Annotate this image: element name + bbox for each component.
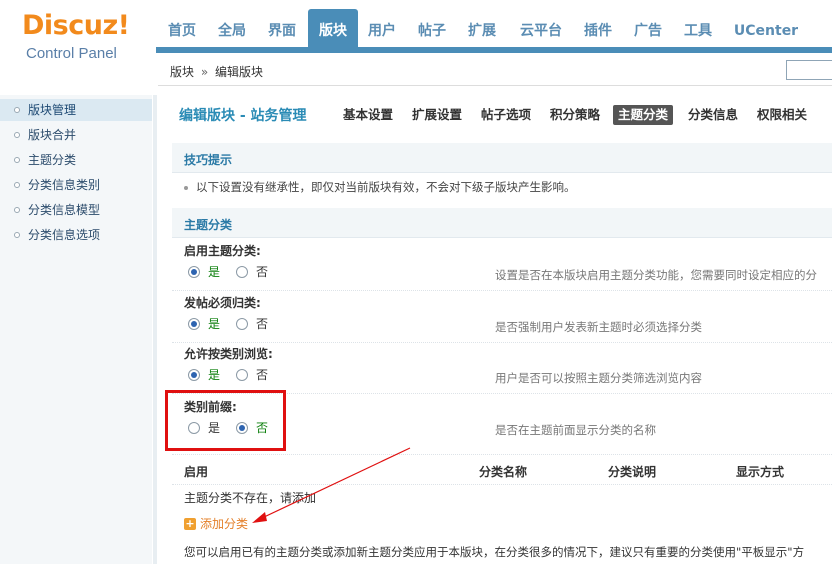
help-text: 您可以启用已有的主题分类或添加新主题分类应用于本版块，在分类很多的情况下，建议只…	[184, 545, 805, 559]
add-type-link[interactable]: + 添加分类	[184, 516, 248, 532]
tips-header: 技巧提示	[172, 143, 832, 173]
setting-description: 是否在主题前面显示分类的名称	[495, 423, 656, 437]
sidebar-divider	[153, 95, 157, 564]
sidebar-item-thread-types[interactable]: 主题分类	[0, 149, 152, 171]
tip-text-row: 以下设置没有继承性，即仅对当前版块有效，不会对下级子版块产生影响。	[184, 179, 576, 195]
tab-credits[interactable]: 积分策略	[550, 105, 600, 125]
main-nav: 首页 全局 界面 版块 用户 帖子 扩展 云平台 插件 广告 工具 UCente…	[159, 9, 832, 49]
highlight-annotation-box	[165, 390, 286, 451]
radio-circle-icon	[236, 266, 248, 278]
setting-enable-types: 启用主题分类: 是 否 设置是否在本版块启用主题分类功能，您需要同时设定相应的分	[172, 239, 832, 291]
nav-tab-cloud[interactable]: 云平台	[509, 9, 573, 47]
tip-text: 以下设置没有继承性，即仅对当前版块有效，不会对下级子版块产生影响。	[196, 180, 576, 194]
radio-circle-icon	[236, 369, 248, 381]
radio-label: 是	[208, 317, 221, 331]
plus-icon: +	[184, 517, 196, 530]
bullet-icon	[14, 157, 20, 163]
radio-yes[interactable]: 是	[188, 367, 220, 383]
tab-sort-info[interactable]: 分类信息	[688, 105, 738, 125]
logo[interactable]: Discuz! Control Panel	[22, 10, 142, 70]
radio-circle-icon	[188, 369, 200, 381]
column-header-enable: 启用	[184, 465, 209, 479]
radio-no[interactable]: 否	[236, 316, 268, 332]
radio-circle-icon	[188, 318, 200, 330]
sidebar-item-label: 分类信息选项	[28, 228, 101, 242]
logo-brand: Discuz!	[22, 10, 130, 41]
search-input[interactable]	[786, 60, 832, 80]
radio-yes[interactable]: 是	[188, 316, 220, 332]
breadcrumb-bar: 版块 » 编辑版块	[158, 53, 832, 86]
setting-label: 发帖必须归类:	[184, 296, 261, 310]
bullet-icon	[14, 232, 20, 238]
sidebar-item-label: 版块合并	[28, 128, 77, 142]
radio-label: 是	[208, 265, 221, 279]
bullet-icon	[184, 185, 188, 190]
radio-no[interactable]: 否	[236, 264, 268, 280]
sidebar-item-sort-models[interactable]: 分类信息模型	[0, 199, 152, 221]
nav-tab-extensions[interactable]: 扩展	[459, 9, 505, 47]
setting-label: 允许按类别浏览:	[184, 347, 273, 361]
radio-yes[interactable]: 是	[188, 264, 220, 280]
bullet-icon	[14, 107, 20, 113]
setting-require-type: 发帖必须归类: 是 否 是否强制用户发表新主题时必须选择分类	[172, 291, 832, 343]
logo-subtitle: Control Panel	[26, 45, 117, 62]
radio-label: 否	[256, 368, 269, 382]
tab-thread-types[interactable]: 主题分类	[613, 105, 674, 125]
sidebar-item-sort-options[interactable]: 分类信息选项	[0, 224, 152, 246]
section-title: 主题分类	[184, 218, 233, 232]
breadcrumb-parent[interactable]: 版块	[170, 65, 194, 79]
radio-label: 否	[256, 265, 269, 279]
breadcrumb: 版块 » 编辑版块	[170, 63, 263, 80]
nav-tab-posts[interactable]: 帖子	[409, 9, 455, 47]
page-title: 编辑版块 - 站务管理	[179, 108, 307, 124]
setting-browse-by-type: 允许按类别浏览: 是 否 用户是否可以按照主题分类筛选浏览内容	[172, 342, 832, 394]
nav-tab-global[interactable]: 全局	[209, 9, 255, 47]
nav-tab-ucenter[interactable]: UCenter	[727, 9, 805, 47]
section-header: 主题分类	[172, 208, 832, 238]
tab-extended[interactable]: 扩展设置	[412, 105, 462, 125]
sidebar-item-label: 分类信息类别	[28, 178, 101, 192]
radio-label: 是	[208, 368, 221, 382]
bullet-icon	[14, 132, 20, 138]
column-header-name: 分类名称	[479, 465, 528, 479]
add-type-label: 添加分类	[200, 517, 249, 531]
radio-circle-icon	[236, 318, 248, 330]
sidebar-item-sort-categories[interactable]: 分类信息类别	[0, 174, 152, 196]
bullet-icon	[14, 182, 20, 188]
nav-tab-tools[interactable]: 工具	[675, 9, 721, 47]
radio-circle-icon	[188, 266, 200, 278]
nav-tab-home[interactable]: 首页	[159, 9, 205, 47]
main-content: 编辑版块 - 站务管理 基本设置 扩展设置 帖子选项 积分策略 主题分类 分类信…	[172, 95, 832, 564]
breadcrumb-current: 编辑版块	[215, 65, 264, 79]
setting-description: 用户是否可以按照主题分类筛选浏览内容	[495, 371, 702, 385]
tab-post-options[interactable]: 帖子选项	[481, 105, 531, 125]
setting-description: 是否强制用户发表新主题时必须选择分类	[495, 320, 702, 334]
nav-tab-ads[interactable]: 广告	[625, 9, 671, 47]
sidebar-item-label: 分类信息模型	[28, 203, 101, 217]
tab-permissions[interactable]: 权限相关	[757, 105, 807, 125]
column-header-description: 分类说明	[608, 465, 657, 479]
nav-tab-forum[interactable]: 版块	[308, 9, 358, 49]
nav-tab-plugins[interactable]: 插件	[575, 9, 621, 47]
bullet-icon	[14, 207, 20, 213]
setting-description: 设置是否在本版块启用主题分类功能，您需要同时设定相应的分	[495, 268, 817, 282]
breadcrumb-separator: »	[200, 65, 209, 79]
tips-title: 技巧提示	[184, 153, 233, 167]
nav-tab-users[interactable]: 用户	[359, 9, 405, 47]
column-header-display: 显示方式	[736, 465, 785, 479]
tab-basic[interactable]: 基本设置	[343, 105, 393, 125]
sidebar-item-forum-manage[interactable]: 版块管理	[0, 99, 152, 121]
nav-tab-interface[interactable]: 界面	[259, 9, 305, 47]
sidebar-item-forum-merge[interactable]: 版块合并	[0, 124, 152, 146]
radio-label: 否	[256, 317, 269, 331]
empty-state-text: 主题分类不存在，请添加	[184, 491, 317, 505]
radio-no[interactable]: 否	[236, 367, 268, 383]
sidebar-item-label: 主题分类	[28, 153, 77, 167]
setting-label: 启用主题分类:	[184, 244, 261, 258]
sidebar: 版块管理 版块合并 主题分类 分类信息类别 分类信息模型 分类信息选项	[0, 95, 152, 564]
sidebar-item-label: 版块管理	[28, 103, 77, 117]
type-table-header: 启用 分类名称 分类说明 显示方式	[172, 455, 832, 485]
